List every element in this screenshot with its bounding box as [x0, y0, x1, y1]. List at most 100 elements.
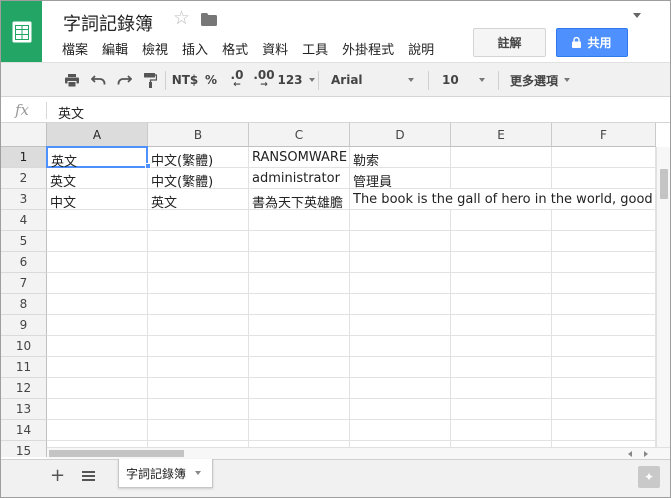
menu-data[interactable]: 資料: [262, 39, 288, 58]
menu-edit[interactable]: 編輯: [102, 39, 128, 58]
cell-f4[interactable]: [552, 210, 656, 231]
cell-a11[interactable]: [47, 357, 148, 378]
row-header-4[interactable]: 4: [1, 210, 47, 231]
cell-e9[interactable]: [451, 315, 552, 336]
cell-a7[interactable]: [47, 273, 148, 294]
redo-icon[interactable]: [113, 63, 135, 97]
menu-file[interactable]: 檔案: [62, 39, 88, 58]
cell-f5[interactable]: [552, 231, 656, 252]
cell-a2[interactable]: 英文: [47, 168, 148, 190]
decrease-decimal-button[interactable]: .0 ←: [225, 63, 249, 97]
folder-icon[interactable]: [201, 13, 217, 29]
all-sheets-icon[interactable]: [82, 471, 95, 481]
cell-b13[interactable]: [148, 399, 249, 420]
paint-format-icon[interactable]: [139, 63, 161, 97]
cell-e8[interactable]: [451, 294, 552, 315]
cell-b14[interactable]: [148, 420, 249, 441]
sheet-tab[interactable]: 字詞記錄簿: [118, 459, 213, 488]
scroll-right-icon[interactable]: [644, 451, 648, 457]
increase-decimal-button[interactable]: .00 →: [252, 63, 276, 97]
cell-f14[interactable]: [552, 420, 656, 441]
cell-e13[interactable]: [451, 399, 552, 420]
formula-input[interactable]: 英文: [58, 103, 84, 122]
cell-d4[interactable]: [350, 210, 451, 231]
cell-d3[interactable]: The book is the gall of hero in the worl…: [350, 189, 656, 210]
cell-d13[interactable]: [350, 399, 451, 420]
cell-e12[interactable]: [451, 378, 552, 399]
cell-b4[interactable]: [148, 210, 249, 231]
cell-a10[interactable]: [47, 336, 148, 357]
cell-e1[interactable]: [451, 147, 552, 168]
menu-addons[interactable]: 外掛程式: [342, 39, 394, 58]
row-header-15[interactable]: 15: [1, 441, 47, 457]
row-header-10[interactable]: 10: [1, 336, 47, 357]
row-header-5[interactable]: 5: [1, 231, 47, 252]
vertical-scroll-thumb[interactable]: [660, 169, 668, 199]
row-header-13[interactable]: 13: [1, 399, 47, 420]
chevron-down-icon[interactable]: [195, 471, 202, 475]
row-header-2[interactable]: 2: [1, 168, 47, 189]
cell-f8[interactable]: [552, 294, 656, 315]
cell-e6[interactable]: [451, 252, 552, 273]
cell-c8[interactable]: [249, 294, 350, 315]
cell-a4[interactable]: [47, 210, 148, 231]
add-sheet-button[interactable]: +: [50, 467, 65, 485]
scroll-left-icon[interactable]: [628, 451, 632, 457]
cell-a8[interactable]: [47, 294, 148, 315]
menu-tools[interactable]: 工具: [302, 39, 328, 58]
cell-c7[interactable]: [249, 273, 350, 294]
row-header-8[interactable]: 8: [1, 294, 47, 315]
print-icon[interactable]: [61, 63, 83, 97]
cell-d10[interactable]: [350, 336, 451, 357]
cell-e4[interactable]: [451, 210, 552, 231]
cell-c14[interactable]: [249, 420, 350, 441]
cell-c5[interactable]: [249, 231, 350, 252]
cell-b9[interactable]: [148, 315, 249, 336]
cell-c3[interactable]: 書為天下英雄膽: [249, 189, 350, 211]
row-header-7[interactable]: 7: [1, 273, 47, 294]
cell-d5[interactable]: [350, 231, 451, 252]
cell-f9[interactable]: [552, 315, 656, 336]
cell-b3[interactable]: 英文: [148, 189, 249, 211]
menu-view[interactable]: 檢視: [142, 39, 168, 58]
cell-c13[interactable]: [249, 399, 350, 420]
cell-d1[interactable]: 勒索: [350, 147, 451, 169]
cell-e10[interactable]: [451, 336, 552, 357]
cell-b8[interactable]: [148, 294, 249, 315]
cell-b10[interactable]: [148, 336, 249, 357]
cell-f13[interactable]: [552, 399, 656, 420]
cell-f7[interactable]: [552, 273, 656, 294]
menu-format[interactable]: 格式: [222, 39, 248, 58]
cell-f10[interactable]: [552, 336, 656, 357]
cell-c2[interactable]: administrator: [249, 168, 350, 189]
cell-b7[interactable]: [148, 273, 249, 294]
cell-b2[interactable]: 中文(繁體): [148, 168, 249, 190]
cell-b12[interactable]: [148, 378, 249, 399]
cell-b5[interactable]: [148, 231, 249, 252]
cell-f12[interactable]: [552, 378, 656, 399]
share-button[interactable]: 共用: [556, 28, 628, 57]
row-header-3[interactable]: 3: [1, 189, 47, 210]
row-header-9[interactable]: 9: [1, 315, 47, 336]
cell-d11[interactable]: [350, 357, 451, 378]
row-header-12[interactable]: 12: [1, 378, 47, 399]
cell-c9[interactable]: [249, 315, 350, 336]
collapse-header-icon[interactable]: [633, 13, 641, 18]
cell-d2[interactable]: 管理員: [350, 168, 451, 190]
menu-help[interactable]: 說明: [408, 39, 434, 58]
document-title[interactable]: 字詞記錄簿: [63, 10, 153, 36]
fill-handle[interactable]: [145, 163, 151, 169]
cell-a6[interactable]: [47, 252, 148, 273]
cell-c12[interactable]: [249, 378, 350, 399]
comments-button[interactable]: 註解: [473, 28, 546, 57]
star-icon[interactable]: ☆: [173, 9, 190, 28]
cell-d12[interactable]: [350, 378, 451, 399]
row-header-1[interactable]: 1: [1, 147, 47, 168]
column-header-a[interactable]: A: [47, 123, 148, 147]
cell-f6[interactable]: [552, 252, 656, 273]
cell-c11[interactable]: [249, 357, 350, 378]
row-header-11[interactable]: 11: [1, 357, 47, 378]
menu-insert[interactable]: 插入: [182, 39, 208, 58]
cell-f2[interactable]: [552, 168, 656, 189]
cell-c6[interactable]: [249, 252, 350, 273]
